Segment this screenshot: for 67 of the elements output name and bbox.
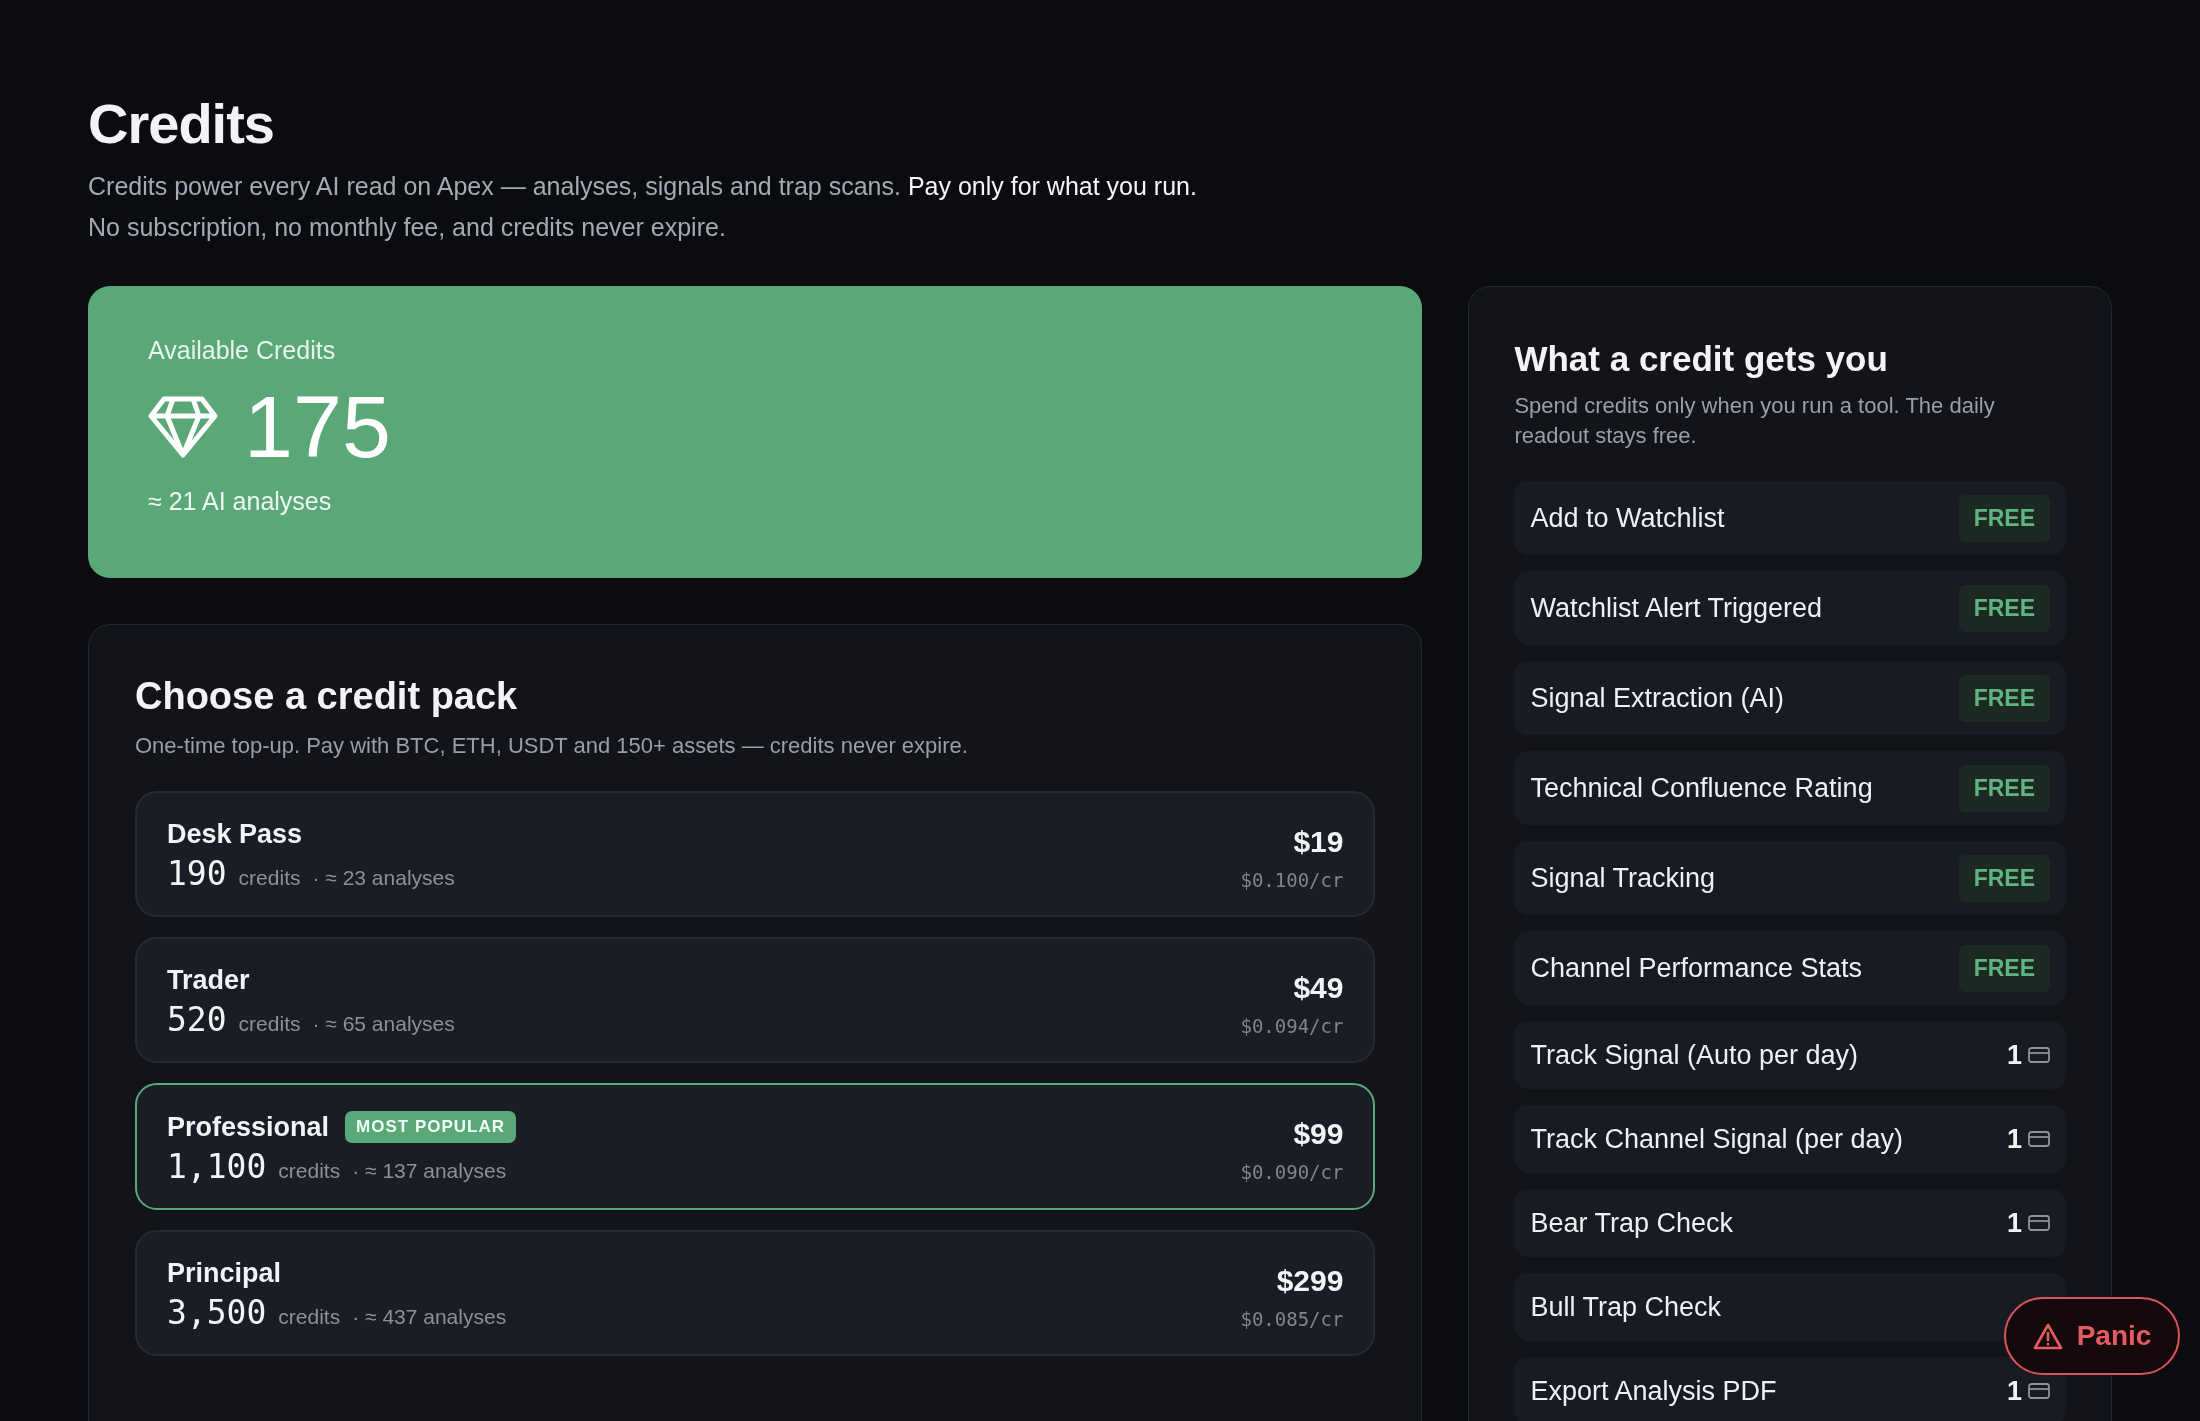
- pack-credits: 520: [167, 1000, 227, 1039]
- pack-analyses: · ≈ 23 analyses: [312, 866, 455, 890]
- balance-amount: 175: [244, 379, 391, 475]
- tool-name: Channel Performance Stats: [1530, 952, 1863, 984]
- warning-icon: [2032, 1322, 2063, 1350]
- credits-unit: credits: [238, 1012, 301, 1036]
- credits-unit: credits: [238, 866, 301, 890]
- credit-pack[interactable]: Desk Pass 190 credits · ≈ 23 analyses $19 $0.100/cr: [135, 791, 1376, 917]
- credit-cost: 1: [2006, 1039, 2022, 1071]
- credit-pack[interactable]: Professional MOST POPULAR 1,100 credits · ≈ 137 analyses $99 $0.090/cr: [135, 1083, 1376, 1210]
- credits-unit: credits: [278, 1305, 341, 1329]
- tool-name: Export Analysis PDF: [1530, 1375, 1777, 1407]
- free-badge: FREE: [1958, 854, 2050, 902]
- section-title: What a credit gets you: [1514, 338, 1889, 380]
- balance-label: Available Credits: [148, 336, 337, 365]
- pack-price: $99: [1293, 1117, 1344, 1151]
- pack-credits: 3,500: [167, 1293, 267, 1332]
- pack-analyses: · ≈ 137 analyses: [352, 1159, 507, 1183]
- pack-credits: 1,100: [167, 1147, 267, 1186]
- balance-equivalent: ≈ 21 AI analyses: [148, 487, 333, 516]
- section-subtitle: Spend credits only when you run a tool. The daily readout stays free.: [1514, 392, 1996, 450]
- tool-name: Bear Trap Check: [1530, 1207, 1734, 1239]
- free-badge: FREE: [1958, 674, 2050, 722]
- pack-price: $299: [1276, 1264, 1344, 1298]
- intro-text: Credits power every AI read on Apex — analyses, signals and trap scans. Pay only for what you run.: [88, 171, 1198, 202]
- pack-name: Desk Pass: [167, 819, 303, 850]
- price-per-credit: $0.094/cr: [1240, 1015, 1344, 1037]
- pack-name: Principal: [167, 1258, 282, 1289]
- credits-unit: credits: [278, 1159, 341, 1183]
- tool-name: Signal Extraction (AI): [1530, 682, 1785, 714]
- diamond-icon: [148, 395, 218, 459]
- pack-analyses: · ≈ 65 analyses: [312, 1012, 455, 1036]
- free-badge: FREE: [1958, 494, 2050, 542]
- card-icon: [2028, 1131, 2050, 1147]
- credit-cost: 1: [2006, 1123, 2022, 1155]
- page-title: Credits: [88, 92, 275, 156]
- pack-analyses: · ≈ 437 analyses: [352, 1305, 507, 1329]
- tool-name: Track Channel Signal (per day): [1530, 1123, 1904, 1155]
- free-badge: FREE: [1958, 584, 2050, 632]
- popular-badge: MOST POPULAR: [345, 1111, 516, 1143]
- pack-name: Professional: [167, 1111, 330, 1143]
- free-badge: FREE: [1958, 944, 2050, 992]
- tool-name: Signal Tracking: [1530, 862, 1716, 894]
- credit-cost: 1: [2006, 1375, 2022, 1407]
- tool-name: Add to Watchlist: [1530, 502, 1725, 534]
- intro-text: No subscription, no monthly fee, and credits never expire.: [88, 212, 727, 243]
- credit-pack[interactable]: Principal 3,500 credits · ≈ 437 analyses $299 $0.085/cr: [135, 1230, 1376, 1356]
- section-title: Choose a credit pack: [135, 674, 519, 719]
- pack-price: $19: [1293, 825, 1344, 859]
- panic-button[interactable]: Panic: [2004, 1297, 2180, 1375]
- credit-pack[interactable]: Trader 520 credits · ≈ 65 analyses $49 $0.094/cr: [135, 937, 1376, 1063]
- pack-price: $49: [1293, 971, 1344, 1005]
- price-per-credit: $0.090/cr: [1240, 1161, 1344, 1183]
- card-icon: [2028, 1383, 2050, 1399]
- price-per-credit: $0.085/cr: [1240, 1308, 1344, 1330]
- pack-name: Trader: [167, 965, 250, 996]
- price-per-credit: $0.100/cr: [1240, 869, 1344, 891]
- section-subtitle: One-time top-up. Pay with BTC, ETH, USDT and 150+ assets — credits never expire.: [135, 732, 969, 760]
- tool-name: Watchlist Alert Triggered: [1530, 592, 1823, 624]
- tool-name: Track Signal (Auto per day): [1530, 1039, 1859, 1071]
- credit-cost: 1: [2006, 1207, 2022, 1239]
- card-icon: [2028, 1047, 2050, 1063]
- pack-credits: 190: [167, 854, 227, 893]
- free-badge: FREE: [1958, 764, 2050, 812]
- card-icon: [2028, 1215, 2050, 1231]
- tool-name: Bull Trap Check: [1530, 1291, 1722, 1323]
- tool-name: Technical Confluence Rating: [1530, 772, 1873, 804]
